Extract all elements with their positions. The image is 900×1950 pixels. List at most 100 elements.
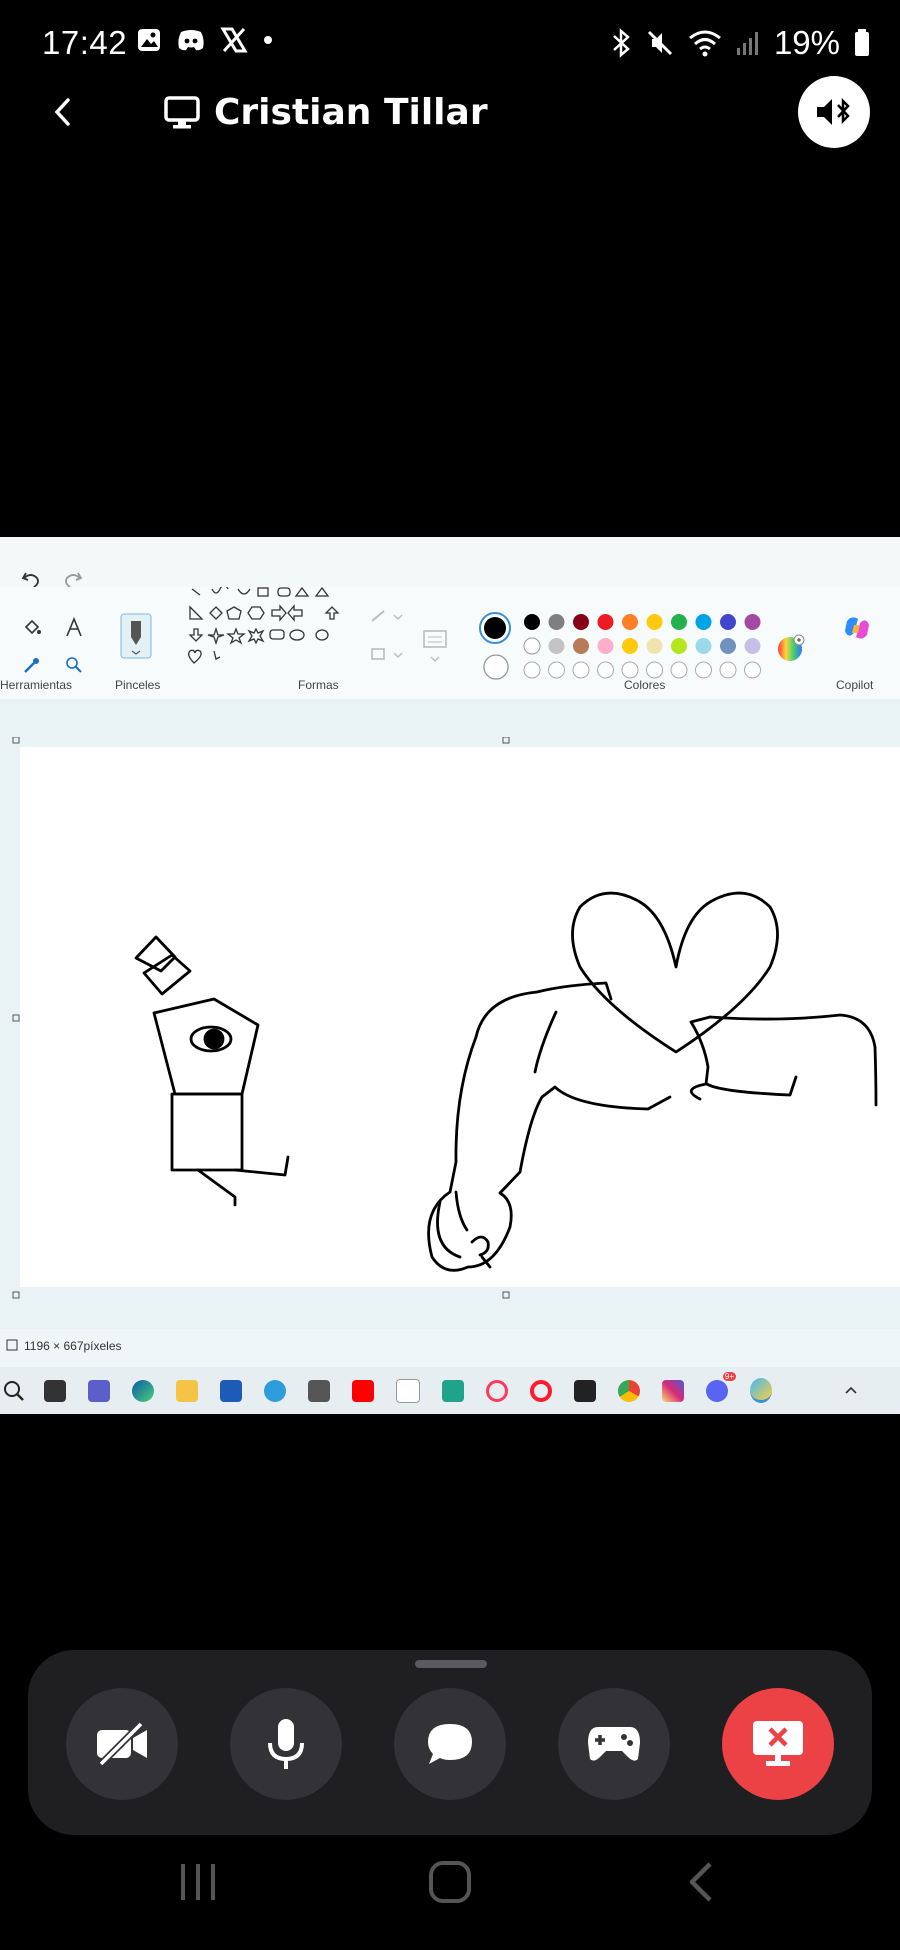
color-swatch[interactable] [695,638,712,654]
color-swatch[interactable] [523,637,541,655]
paint-icon[interactable] [750,1378,772,1403]
camera-toggle-button[interactable] [66,1688,178,1800]
dot-icon [264,36,272,44]
opera-icon[interactable] [530,1379,552,1402]
paint-ribbon: Herramientas Pinceles Formas Colores Cop… [0,587,900,700]
x-icon [220,27,248,53]
canvas-size-text: 1196 × 667píxeles [24,1339,122,1353]
empty-color-slot[interactable] [621,661,639,679]
color-swatch[interactable] [744,614,761,630]
task-view-icon[interactable] [44,1379,66,1402]
explorer-icon[interactable] [176,1379,198,1402]
empty-color-slot[interactable] [646,661,663,679]
recent-apps-icon [181,1864,215,1900]
paint-canvas[interactable] [20,747,900,1287]
empty-color-slot[interactable] [523,661,541,679]
color-swatch[interactable] [744,638,761,654]
color-swatch[interactable] [720,638,736,654]
chat-icon [428,1724,472,1764]
color-swatch[interactable] [548,638,565,654]
signal-icon [736,32,758,55]
brushes-label: Pinceles [115,678,161,692]
chat-button[interactable] [394,1688,506,1800]
home-button[interactable] [428,1860,472,1909]
recent-apps-button[interactable] [178,1860,218,1909]
discord-icon [178,30,204,51]
back-button[interactable] [48,92,78,137]
nav-back-icon [689,1862,712,1902]
nav-back-button[interactable] [684,1860,720,1909]
empty-color-slot[interactable] [597,661,614,679]
color-swatch[interactable] [622,614,638,630]
audio-output-button[interactable] [798,76,870,148]
outline-icon[interactable] [370,607,404,627]
empty-color-slot[interactable] [744,661,761,679]
status-time: 17:42 [42,24,128,61]
brush-icon[interactable] [120,613,152,659]
secondary-color-swatch[interactable] [482,653,510,681]
fill-icon[interactable] [22,617,42,637]
colors-label: Colores [624,678,666,692]
store-icon[interactable] [220,1379,242,1402]
stream-header: Cristian Tillar [164,92,488,133]
color-swatch[interactable] [524,614,540,630]
text-icon[interactable] [64,616,84,638]
color-swatch[interactable] [646,614,663,630]
monitor-icon [164,95,200,128]
color-picker-icon[interactable] [22,655,42,675]
selection-size-icon [6,1339,18,1351]
drag-handle[interactable] [415,1660,487,1668]
empty-color-slot[interactable] [695,661,712,679]
bluetooth-icon [613,28,630,58]
character-drawing [134,935,290,1207]
empty-color-slot[interactable] [719,661,737,679]
edit-colors-icon[interactable] [776,633,806,663]
chrome-icon[interactable] [618,1379,640,1402]
teams-icon[interactable] [88,1379,110,1402]
shapes-gallery[interactable] [184,587,354,673]
current-color-swatch[interactable] [478,611,512,645]
discord-badge: 9+ [722,1371,736,1381]
gamepad-icon [588,1727,640,1761]
paint-statusbar: 1196 × 667píxeles [0,1329,900,1369]
color-swatch[interactable] [720,614,736,630]
color-swatch[interactable] [573,614,589,630]
discord-icon[interactable]: 9+ [706,1371,736,1402]
empty-color-slot[interactable] [670,661,688,679]
color-swatch[interactable] [622,638,638,654]
color-swatch[interactable] [597,614,614,630]
battery-percent: 19% [773,24,840,61]
color-swatch[interactable] [573,638,589,654]
empty-color-slot[interactable] [548,661,565,679]
fill-shape-icon[interactable] [370,645,404,665]
color-swatch[interactable] [695,614,712,630]
shapes-label: Formas [298,678,339,692]
instagram-icon[interactable] [662,1379,684,1402]
color-swatch[interactable] [548,614,565,630]
zoom-icon[interactable] [64,655,84,675]
shared-screen[interactable]: Herramientas Pinceles Formas Colores Cop… [0,537,900,1414]
color-swatch[interactable] [671,614,687,630]
play-icon[interactable] [574,1379,596,1402]
empty-color-slot[interactable] [572,661,590,679]
microphone-button[interactable] [230,1688,342,1800]
app-icon[interactable] [442,1379,464,1402]
color-swatch[interactable] [597,638,614,654]
activities-button[interactable] [558,1688,670,1800]
youtube-icon[interactable] [352,1379,374,1402]
edge-icon[interactable] [132,1379,154,1402]
size-icon[interactable] [422,627,448,667]
amazon-icon[interactable] [396,1378,420,1403]
app-icon[interactable] [264,1379,286,1402]
status-left-icons [136,26,274,54]
chevron-up-icon[interactable] [844,1384,858,1398]
color-palette[interactable] [520,613,770,683]
color-swatch[interactable] [646,638,663,654]
stop-sharing-button[interactable] [722,1688,834,1800]
color-swatch[interactable] [671,638,687,654]
copilot-icon[interactable] [842,613,872,643]
paint-titlebar [0,537,900,588]
app-icon[interactable] [308,1379,330,1402]
search-icon[interactable] [2,1379,26,1403]
opera-gx-icon[interactable] [486,1379,508,1402]
